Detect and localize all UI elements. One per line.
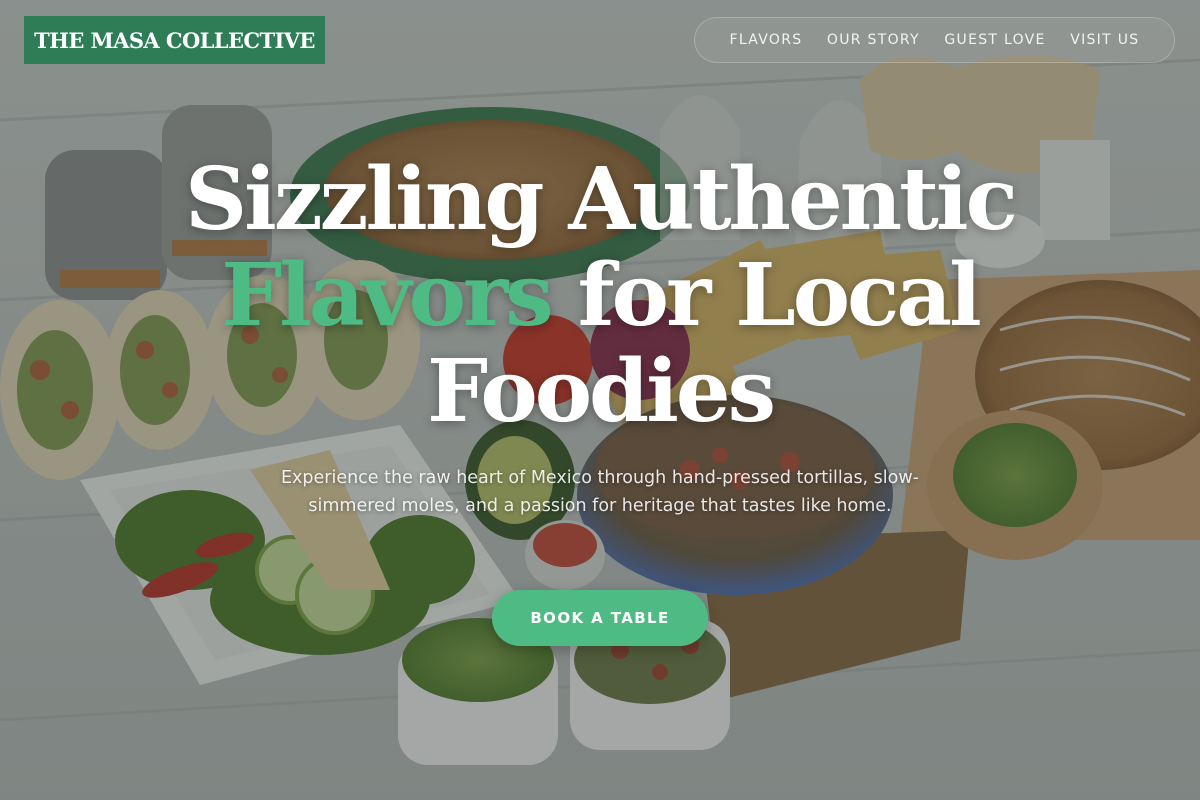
nav-item-visit-us[interactable]: VISIT US <box>1070 32 1139 48</box>
hero-subtitle: Experience the raw heart of Mexico throu… <box>280 468 920 516</box>
headline-line-3: Foodies <box>426 341 776 442</box>
book-a-table-button[interactable]: BOOK A TABLE <box>492 590 708 646</box>
nav-item-flavors[interactable]: FLAVORS <box>729 32 802 48</box>
headline-line-2: for Local <box>577 245 982 346</box>
headline-line-1: Sizzling Authentic <box>185 149 1018 250</box>
hero-headline: Sizzling Authentic Flavors for Local Foo… <box>0 152 1200 440</box>
main-navigation: FLAVORS OUR STORY GUEST LOVE VISIT US <box>694 17 1175 63</box>
headline-accent-word: Flavors <box>221 245 554 346</box>
brand-logo-text: THE MASA COLLECTIVE <box>34 27 315 53</box>
hero-section: Sizzling Authentic Flavors for Local Foo… <box>0 152 1200 520</box>
nav-item-our-story[interactable]: OUR STORY <box>827 32 920 48</box>
nav-item-guest-love[interactable]: GUEST LOVE <box>944 32 1045 48</box>
brand-logo[interactable]: THE MASA COLLECTIVE <box>24 16 325 64</box>
